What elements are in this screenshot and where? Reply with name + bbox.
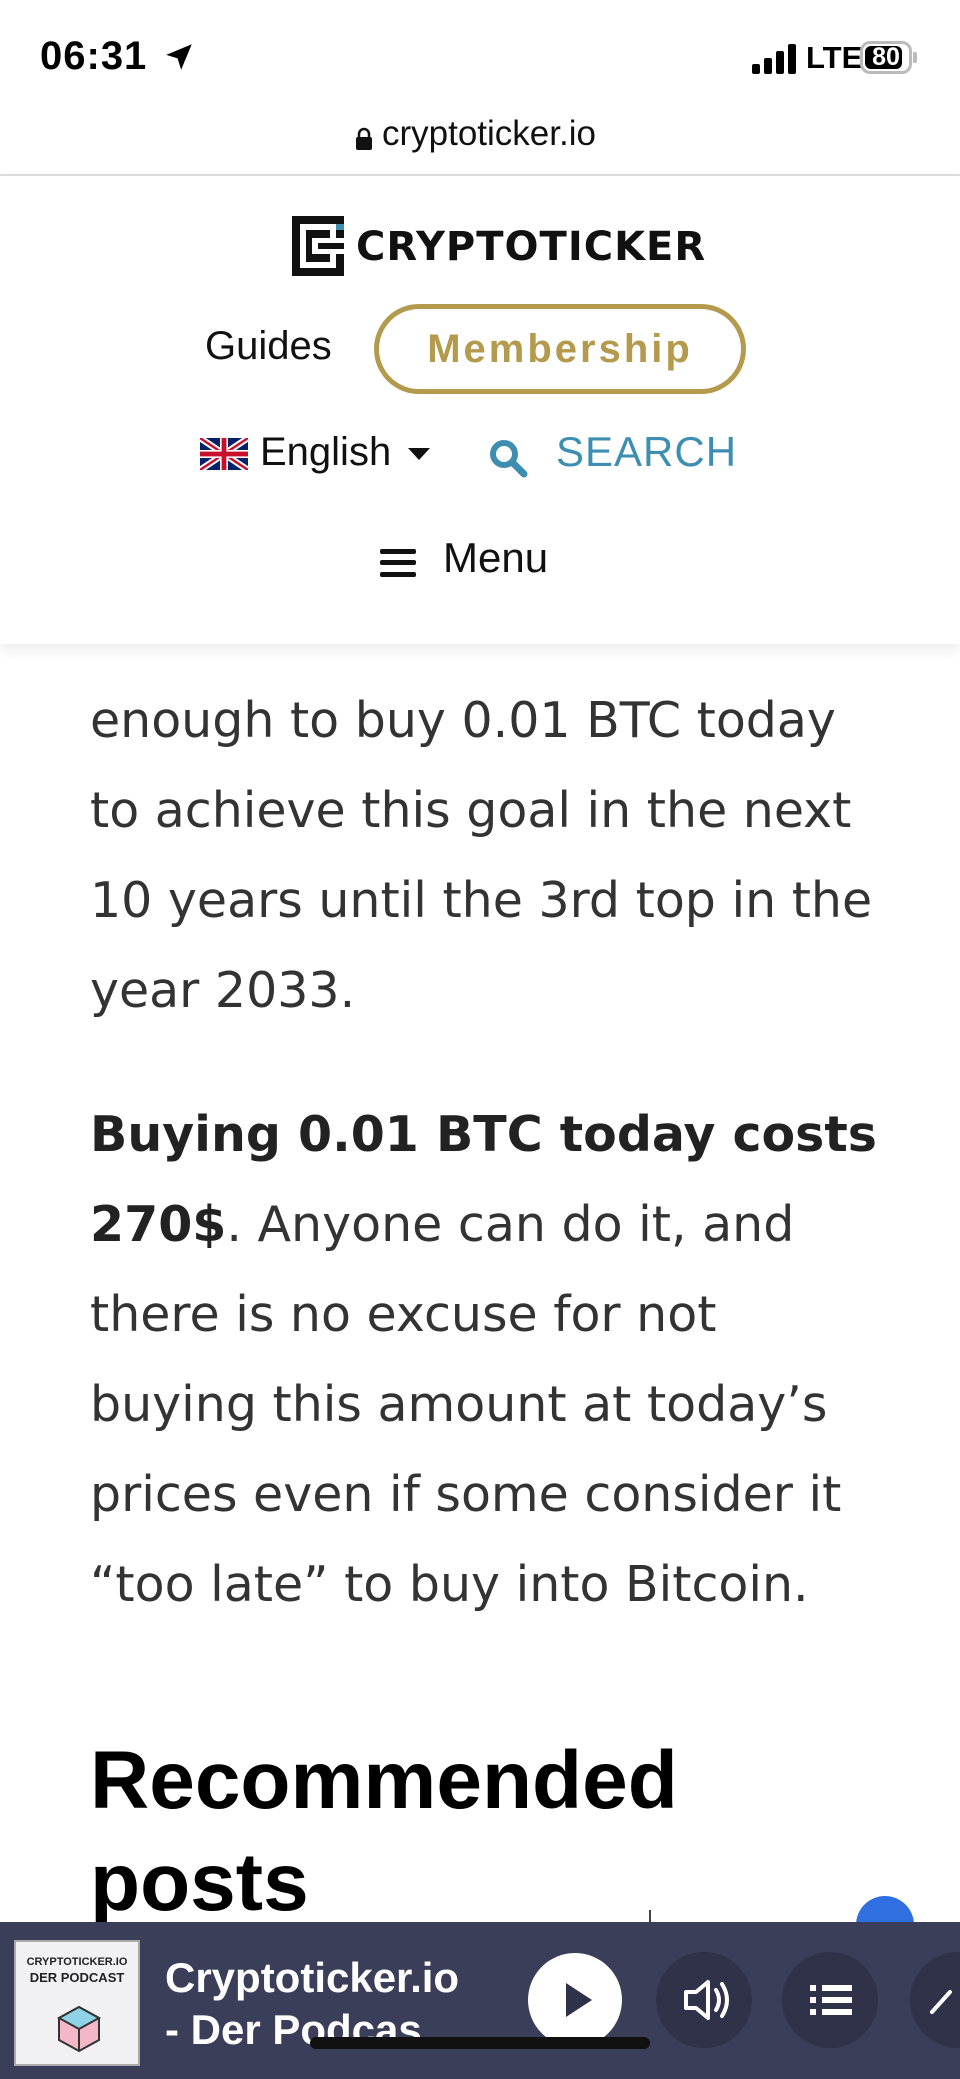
cover-title-line1: CRYPTOTICKER.IO <box>26 1956 128 1968</box>
uk-flag-icon <box>200 438 248 470</box>
cryptoticker-logo-icon <box>292 216 344 276</box>
chevron-down-icon <box>408 448 430 460</box>
expand-button[interactable] <box>910 1952 960 2048</box>
recommended-posts-heading: Recommended posts <box>90 1735 678 1928</box>
arrow-icon <box>930 1990 952 2014</box>
speaker-icon <box>684 1980 729 2020</box>
list-icon <box>810 1985 852 2015</box>
battery-level: 80 <box>872 43 900 71</box>
battery-icon: 80 <box>860 41 912 74</box>
podcast-title-line1: Cryptoticker.io <box>165 1954 460 2001</box>
browser-url-bar[interactable]: cryptoticker.io <box>0 108 960 176</box>
article-paragraph: Buying 0.01 BTC today costs 270$. Anyone… <box>90 1090 890 1630</box>
podcast-player: CRYPTOTICKER.IO DER PODCAST Cryptoticker… <box>0 1922 960 2079</box>
status-time: 06:31 <box>40 34 148 78</box>
network-type: LTE <box>806 40 863 75</box>
episode-list-button[interactable] <box>782 1952 878 2048</box>
search-icon[interactable] <box>488 438 528 478</box>
hamburger-menu-icon[interactable] <box>380 548 416 578</box>
play-icon <box>566 1983 592 2017</box>
volume-button[interactable] <box>656 1952 752 2048</box>
logo-text: CRYPTOTICKER <box>356 224 707 270</box>
article-paragraph: enough to buy 0.01 BTC today to achieve … <box>90 692 873 1019</box>
menu-button[interactable]: Menu <box>443 534 548 582</box>
search-link[interactable]: SEARCH <box>556 428 737 476</box>
membership-button[interactable]: Membership <box>374 304 746 394</box>
cover-title-line2: DER PODCAST <box>29 1970 125 1985</box>
location-arrow-icon <box>166 44 192 70</box>
site-header: CRYPTOTICKER Guides Membership English S… <box>0 176 960 644</box>
paragraph-text: . Anyone can do it, and there is no excu… <box>90 1196 842 1613</box>
status-bar: 06:31 LTE 80 <box>0 0 960 110</box>
article-body: enough to buy 0.01 BTC today to achieve … <box>90 620 890 1934</box>
signal-bars-icon <box>752 44 796 74</box>
lock-icon <box>356 127 372 150</box>
home-indicator <box>310 2037 650 2049</box>
cube-icon <box>56 2005 102 2053</box>
language-label: English <box>260 430 392 474</box>
play-button[interactable] <box>528 1953 622 2047</box>
url-text[interactable]: cryptoticker.io <box>382 114 596 154</box>
podcast-cover-image[interactable]: CRYPTOTICKER.IO DER PODCAST <box>14 1940 140 2066</box>
battery-tip <box>913 52 917 63</box>
nav-guides-link[interactable]: Guides <box>205 324 332 369</box>
